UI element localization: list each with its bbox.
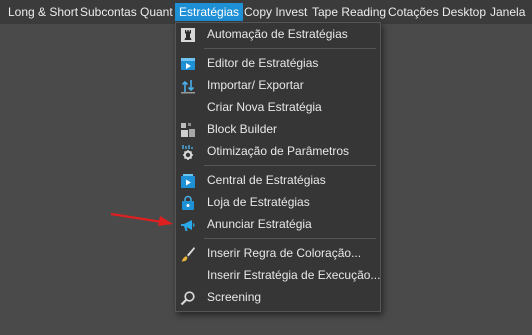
menu-separator [204, 165, 376, 166]
menu-long-short[interactable]: Long & Short [4, 3, 82, 21]
menu-item-label: Screening [207, 290, 262, 304]
menu-cotacoes[interactable]: Cotações [384, 3, 443, 21]
menu-item-label: Otimização de Parâmetros [207, 144, 350, 158]
optimization-icon [180, 144, 196, 160]
menu-item-label: Criar Nova Estratégia [207, 100, 322, 114]
menu-separator [204, 238, 376, 239]
import-export-icon [180, 78, 196, 94]
menu-copy-invest[interactable]: Copy Invest [240, 3, 311, 21]
menu-item-block-builder[interactable]: Block Builder [176, 119, 380, 139]
chess-rook-icon [180, 27, 196, 43]
menu-item-label: Inserir Regra de Coloração... [207, 246, 362, 260]
menu-item-inserir-regra[interactable]: Inserir Regra de Coloração... [176, 243, 380, 263]
menu-separator [204, 48, 376, 49]
menu-bar: Long & Short Subcontas Quant Estratégias… [0, 0, 532, 24]
menu-tape-reading[interactable]: Tape Reading [308, 3, 390, 21]
menu-item-label: Importar/ Exportar [207, 78, 304, 92]
menu-item-loja[interactable]: Loja de Estratégias [176, 192, 380, 212]
menu-item-anunciar[interactable]: Anunciar Estratégia [176, 214, 380, 234]
menu-janela[interactable]: Janela [486, 3, 529, 21]
menu-subcontas[interactable]: Subcontas [76, 3, 141, 21]
menu-item-label: Block Builder [207, 122, 278, 136]
paint-brush-icon [180, 246, 196, 262]
menu-item-label: Inserir Estratégia de Execução... [207, 268, 381, 282]
annotation-arrow [110, 212, 173, 226]
editor-icon [180, 56, 196, 72]
menu-item-inserir-estrategia-execucao[interactable]: Inserir Estratégia de Execução... [176, 265, 380, 285]
search-icon [180, 290, 196, 306]
menu-item-label: Central de Estratégias [207, 173, 326, 187]
menu-item-criar-nova[interactable]: Criar Nova Estratégia [176, 97, 380, 117]
menu-quant[interactable]: Quant [136, 3, 177, 21]
estrategias-dropdown-menu: Automação de Estratégias Editor de Estra… [175, 22, 381, 312]
menu-item-importar-exportar[interactable]: Importar/ Exportar [176, 75, 380, 95]
menu-estrategias[interactable]: Estratégias [175, 3, 244, 21]
menu-item-central[interactable]: Central de Estratégias [176, 170, 380, 190]
menu-item-screening[interactable]: Screening [176, 287, 380, 307]
megaphone-icon [180, 217, 196, 233]
menu-item-automacao[interactable]: Automação de Estratégias [176, 24, 380, 44]
menu-item-label: Anunciar Estratégia [207, 217, 312, 231]
menu-item-editor[interactable]: Editor de Estratégias [176, 53, 380, 73]
menu-item-label: Automação de Estratégias [207, 27, 348, 41]
strategy-center-icon [180, 173, 196, 189]
menu-item-label: Loja de Estratégias [207, 195, 310, 209]
shopping-bag-icon [180, 195, 196, 211]
menu-desktop[interactable]: Desktop [438, 3, 490, 21]
block-builder-icon [180, 122, 196, 138]
menu-item-otimizacao[interactable]: Otimização de Parâmetros [176, 141, 380, 161]
menu-item-label: Editor de Estratégias [207, 56, 319, 70]
